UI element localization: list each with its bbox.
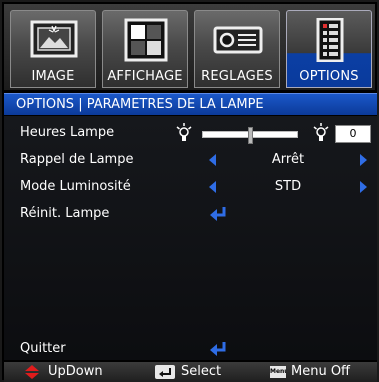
- settings-panel: Heures Lampe 0 Rappel de Lampe Arrêt Mod…: [4, 116, 377, 360]
- lamp-reminder-label: Rappel de Lampe: [20, 152, 134, 167]
- row-lamp-reminder[interactable]: Rappel de Lampe Arrêt: [4, 148, 377, 172]
- arrow-left-icon[interactable]: [209, 154, 216, 166]
- tab-affichage-label: AFFICHAGE: [107, 69, 183, 84]
- tab-image[interactable]: IMAGE: [10, 10, 96, 88]
- tab-options[interactable]: OPTIONS: [286, 10, 372, 88]
- osd-menu: IMAGE AFFICHAGE REGLAGES OPTIONS OPTIONS…: [0, 0, 379, 382]
- brightness-mode-label: Mode Luminosité: [20, 179, 131, 194]
- row-quit[interactable]: Quitter: [4, 337, 377, 361]
- brightness-mode-value: STD: [274, 179, 302, 194]
- footer-hints: UpDown Select Menu Menu Off: [4, 362, 377, 382]
- row-brightness-mode[interactable]: Mode Luminosité STD: [4, 175, 377, 199]
- slider-knob[interactable]: [248, 127, 253, 144]
- updown-hint: UpDown: [48, 364, 103, 379]
- projector-icon: [213, 26, 263, 54]
- menu-off-hint: Menu Off: [291, 364, 351, 379]
- options-list-icon: [316, 18, 344, 62]
- menu-key-icon: Menu: [270, 366, 286, 378]
- lamp-reminder-value: Arrêt: [271, 152, 305, 167]
- arrow-right-icon[interactable]: [360, 181, 367, 193]
- tab-reglages-label: REGLAGES: [201, 69, 273, 84]
- row-lamp-reset[interactable]: Réinit. Lampe: [4, 202, 377, 226]
- page-title: OPTIONS | PARAMETRES DE LA LAMPE: [4, 93, 377, 115]
- select-hint: Select: [181, 364, 222, 379]
- arrow-right-icon[interactable]: [360, 154, 367, 166]
- display-icon: [124, 18, 168, 62]
- picture-frame-icon: [30, 20, 78, 58]
- updown-icon: [25, 365, 39, 379]
- quit-label: Quitter: [20, 341, 66, 356]
- lamp-dim-icon: [176, 123, 192, 141]
- tab-affichage[interactable]: AFFICHAGE: [102, 10, 188, 88]
- enter-icon[interactable]: [209, 205, 229, 221]
- lamp-hours-slider[interactable]: [202, 127, 298, 144]
- tab-options-label: OPTIONS: [299, 69, 359, 84]
- row-lamp-hours[interactable]: Heures Lampe 0: [4, 121, 377, 145]
- tab-bar: IMAGE AFFICHAGE REGLAGES OPTIONS: [4, 4, 375, 90]
- lamp-hours-label: Heures Lampe: [20, 125, 115, 140]
- enter-key-icon: [155, 365, 175, 379]
- lamp-reset-label: Réinit. Lampe: [20, 206, 110, 221]
- enter-icon[interactable]: [209, 340, 229, 356]
- lamp-bright-icon: [313, 123, 329, 141]
- lamp-hours-value: 0: [335, 125, 371, 143]
- tab-image-label: IMAGE: [31, 69, 75, 84]
- arrow-left-icon[interactable]: [209, 181, 216, 193]
- tab-reglages[interactable]: REGLAGES: [194, 10, 280, 88]
